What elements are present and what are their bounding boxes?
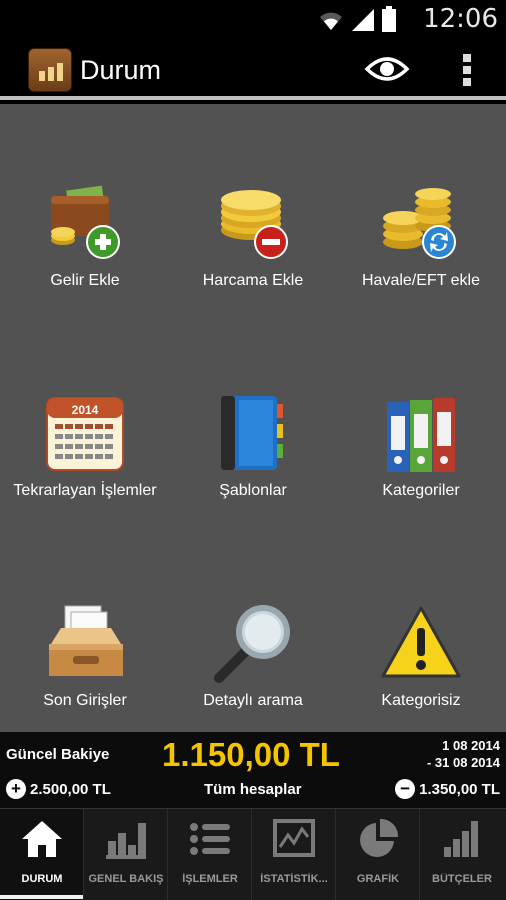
tab-label: DURUM [21,873,63,885]
minus-icon: − [395,779,416,799]
calendar-icon: 2014 [46,397,124,471]
tile-label: Detaylı arama [203,692,303,709]
tab-label: GRAFİK [356,873,400,885]
tile-templates[interactable]: Şablonlar [169,344,337,544]
tile-recurring[interactable]: 2014 Tekrarlayan İşlemler [1,344,169,544]
tab-statistics[interactable]: İSTATİSTİK... [252,809,336,900]
calendar-year: 2014 [72,403,99,417]
notebook-icon [221,396,283,470]
bottom-tab-bar: DURUM GENEL BAKIŞ İŞLEMLER İSTATİSTİK... [0,808,506,900]
balance-amount: 1.150,00 TL [162,736,340,773]
date-range-start: 1 08 2014 [442,738,500,753]
plus-icon: + [6,779,26,799]
overflow-menu-icon[interactable] [452,52,482,88]
status-icons [318,6,396,32]
status-bar: 12:06 [0,0,506,38]
page-title: Durum [80,55,162,85]
wallet-plus-icon [51,185,120,259]
tab-label: BÜTÇELER [432,873,492,885]
expense-total: − 1.350,00 TL [395,779,500,799]
signal-icon [352,9,374,31]
action-bar: Durum [0,38,506,100]
tab-overview[interactable]: GENEL BAKIŞ [84,809,168,900]
tab-label: GENEL BAKIŞ [88,873,164,885]
tab-durum[interactable]: DURUM [0,809,84,900]
app-logo-icon[interactable] [28,48,72,92]
magnifier-icon [214,605,290,683]
tile-label: Şablonlar [219,482,287,499]
tile-label: Harcama Ekle [202,272,304,289]
pie-chart-icon [360,818,399,857]
tab-transactions[interactable]: İŞLEMLER [168,809,252,900]
tab-budgets[interactable]: BÜTÇELER [420,809,506,900]
tile-label: Havale/EFT ekle [362,272,480,289]
tile-add-expense[interactable]: Harcama Ekle [169,134,337,334]
tile-add-income[interactable]: Gelir Ekle [1,134,169,334]
tile-advanced-search[interactable]: Detaylı arama [169,554,337,754]
date-range-end: - 31 08 2014 [426,755,500,770]
line-chart-icon [273,819,315,857]
tile-label: Kategoriler [382,482,460,499]
binders-icon [387,398,455,472]
expense-amount: 1.350,00 TL [419,780,500,798]
coins-transfer-icon [383,188,456,259]
bar-chart-icon [106,823,146,859]
tile-label: Tekrarlayan İşlemler [13,482,157,499]
tile-label: Kategorisiz [381,692,461,709]
tile-label: Son Girişler [43,692,127,709]
income-amount: 2.500,00 TL [30,780,111,798]
battery-icon [382,6,396,32]
wifi-icon [320,12,342,30]
tab-chart[interactable]: GRAFİK [336,809,420,900]
balance-panel[interactable]: Güncel Bakiye 1.150,00 TL 1 08 2014 - 31… [0,732,506,808]
inbox-tray-icon [49,605,123,676]
eye-icon[interactable] [364,52,410,86]
income-total: + 2.500,00 TL [6,779,111,799]
tile-label: Gelir Ekle [50,272,120,289]
tile-add-transfer[interactable]: Havale/EFT ekle [337,134,505,334]
balance-label: Güncel Bakiye [6,746,110,763]
tab-label: İSTATİSTİK... [260,873,328,885]
tile-categories[interactable]: Kategoriler [337,344,505,544]
list-icon [190,823,230,855]
signal-bars-icon [444,821,478,857]
dashboard-grid: Gelir Ekle Harcama Ekle Havale/EFT ekle … [0,104,506,732]
warning-icon [381,606,461,678]
clock: 12:06 [423,4,498,34]
tab-label: İŞLEMLER [182,873,238,885]
tile-recent-entries[interactable]: Son Girişler [1,554,169,754]
account-selector[interactable]: Tüm hesaplar [204,781,302,798]
coins-minus-icon [221,190,288,259]
home-icon [22,821,62,857]
tile-uncategorized[interactable]: Kategorisiz [337,554,505,754]
